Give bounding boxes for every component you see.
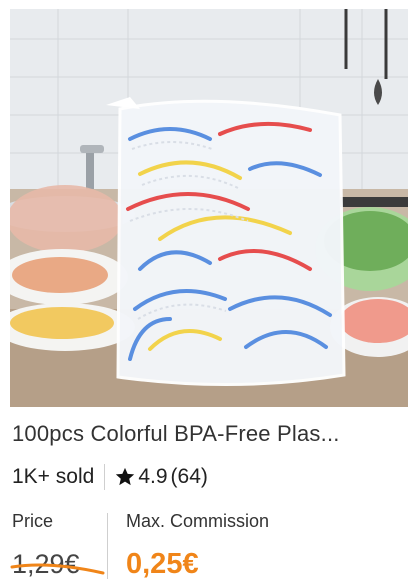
commission-value: 0,25€ [126, 548, 199, 580]
product-card[interactable]: 100pcs Colorful BPA-Free Plas... 1K+ sol… [0, 0, 418, 587]
price-strikethrough [10, 563, 105, 575]
star-icon [116, 467, 135, 486]
product-title[interactable]: 100pcs Colorful BPA-Free Plas... [12, 421, 412, 447]
product-image[interactable] [10, 9, 408, 407]
pricing-divider [107, 513, 108, 579]
sold-count: 1K+ sold [12, 465, 95, 488]
pricing-section: Price Max. Commission 1,29€ 0,25€ [0, 505, 418, 587]
review-count: (64) [170, 465, 208, 488]
stats-divider [104, 464, 106, 490]
price-label: Price [12, 511, 54, 531]
product-stats: 1K+ sold 4.9 (64) [12, 462, 208, 492]
rating-value: 4.9 [138, 465, 168, 488]
commission-label: Max. Commission [126, 511, 270, 531]
